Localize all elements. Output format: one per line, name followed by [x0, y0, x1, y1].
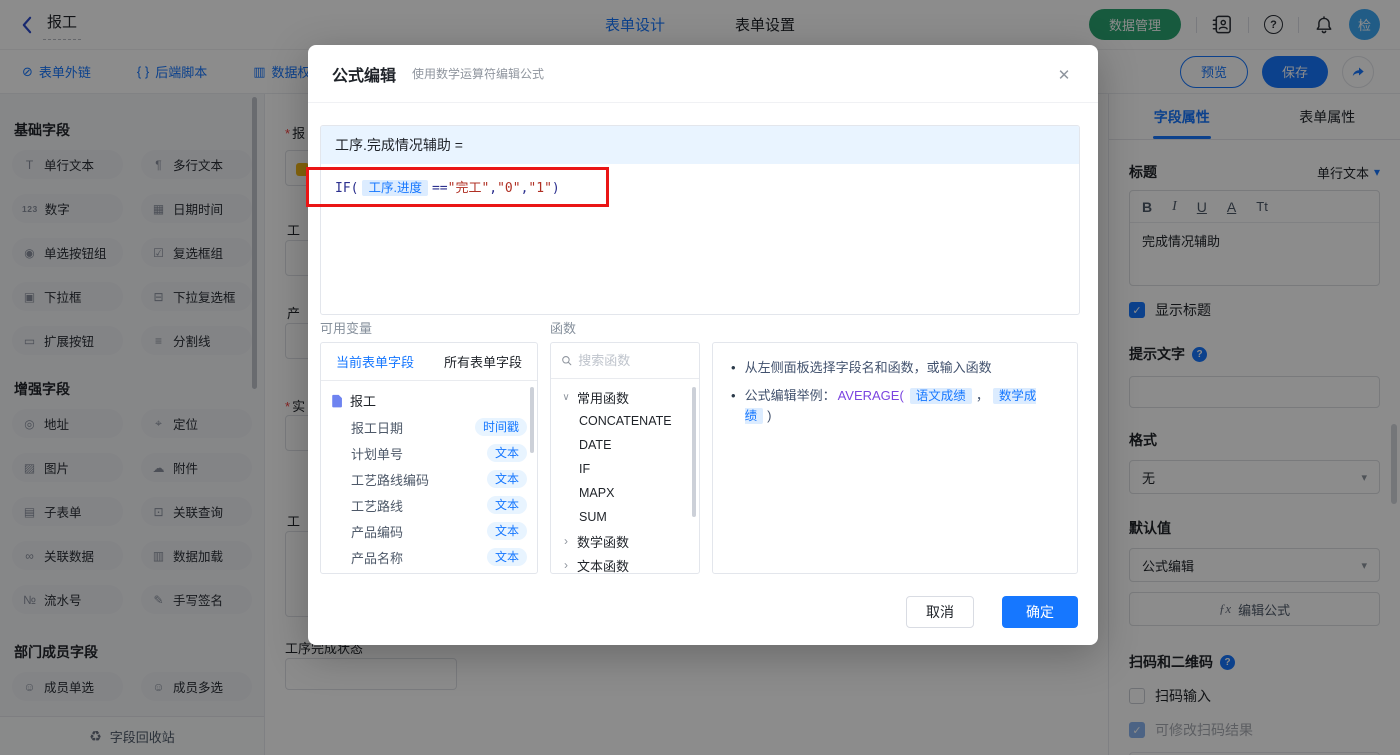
modal-title: 公式编辑 [332, 67, 397, 85]
example-field-chip: 语文成绩 [909, 388, 972, 404]
tip-line-1: 从左侧面板选择字段名和函数，或输入函数 [731, 358, 1059, 378]
group-label: 常用函数 [577, 390, 630, 406]
modal-subtitle: 使用数学运算符编辑公式 [412, 67, 545, 81]
function-group-math[interactable]: 数学函数 [551, 529, 699, 553]
variable-type-badge: 文本 [486, 522, 527, 540]
variable-type-badge: 时间戳 [474, 418, 527, 436]
tab-all-form-fields[interactable]: 所有表单字段 [444, 352, 522, 371]
formula-close-paren: ) [551, 181, 560, 196]
tip-example: 公式编辑举例：AVERAGE(语文成绩，数学成绩) [744, 388, 1037, 424]
modal-header: 公式编辑 使用数学运算符编辑公式 [308, 45, 1098, 103]
variable-root-label: 报工 [350, 394, 377, 409]
function-tree: 常用函数 CONCATENATE DATE IF MAPX SUM 数学函数 文… [551, 379, 699, 574]
variable-field-row[interactable]: 报工日期 时间戳 [321, 414, 537, 440]
functions-panel: 常用函数 CONCATENATE DATE IF MAPX SUM 数学函数 文… [550, 342, 700, 574]
formula-string: "完工" [447, 181, 490, 196]
group-label: 数学函数 [577, 534, 630, 550]
variable-field-row[interactable]: 计划单号 文本 [321, 440, 537, 466]
functions-label: 函数 [550, 321, 577, 336]
variables-label: 可用变量 [320, 321, 373, 336]
function-group-text[interactable]: 文本函数 [551, 553, 699, 574]
function-item-if[interactable]: IF [551, 457, 699, 481]
tab-current-form-fields[interactable]: 当前表单字段 [336, 352, 414, 371]
formula-comma: , [489, 181, 498, 196]
search-icon [562, 356, 572, 366]
variable-name: 工艺路线编码 [351, 472, 430, 488]
variable-name: 产品名称 [351, 550, 404, 566]
variable-type-badge: 文本 [486, 444, 527, 462]
variable-field-row[interactable]: 工艺路线 文本 [321, 492, 537, 518]
variable-name: 计划单号 [351, 446, 404, 462]
variable-root-form[interactable]: 报工 [321, 386, 537, 414]
formula-string: "0" [497, 181, 521, 196]
variable-name: 报工日期 [351, 420, 404, 436]
formula-input-area[interactable]: IF(工序.进度 =="完工","0","1") [321, 164, 1079, 209]
variable-field-row[interactable]: 工艺路线编码 文本 [321, 466, 537, 492]
example-fn: AVERAGE( [837, 388, 904, 403]
variable-type-badge: 文本 [486, 470, 527, 488]
function-item-concatenate[interactable]: CONCATENATE [551, 409, 699, 433]
formula-string: "1" [528, 181, 552, 196]
formula-field-chip[interactable]: 工序.进度 [362, 180, 428, 196]
variables-scrollbar[interactable] [530, 387, 534, 453]
formula-target-bar: 工序.完成情况辅助 = [321, 126, 1079, 164]
variables-panel: 当前表单字段 所有表单字段 报工 报工日期 时间戳 计划单号 文本 工艺路线编码 文本… [320, 342, 538, 574]
tips-panel: 从左侧面板选择字段名和函数，或输入函数 公式编辑举例：AVERAGE(语文成绩，… [712, 342, 1078, 574]
variable-name: 工艺路线 [351, 498, 404, 514]
function-item-date[interactable]: DATE [551, 433, 699, 457]
chevron-expanded-icon [561, 392, 571, 403]
formula-editor: 工序.完成情况辅助 = IF(工序.进度 =="完工","0","1") [320, 125, 1080, 315]
variables-tabs: 当前表单字段 所有表单字段 [321, 343, 537, 381]
function-group-common[interactable]: 常用函数 [551, 385, 699, 409]
chevron-collapsed-icon [561, 534, 571, 548]
formula-edit-modal: 公式编辑 使用数学运算符编辑公式 工序.完成情况辅助 = IF(工序.进度=="… [306, 45, 1098, 645]
function-item-sum[interactable]: SUM [551, 505, 699, 529]
formula-op: == [431, 181, 448, 196]
cancel-button[interactable]: 取消 [906, 596, 974, 628]
close-icon[interactable] [1054, 65, 1074, 85]
variable-field-row[interactable]: 产品名称 文本 [321, 544, 537, 570]
variable-type-badge: 文本 [486, 496, 527, 514]
function-item-mapx[interactable]: MAPX [551, 481, 699, 505]
document-icon [332, 394, 342, 407]
search-function-input[interactable] [578, 353, 689, 368]
function-search [551, 343, 699, 379]
formula-fn: IF( [335, 181, 359, 196]
variables-list: 报工 报工日期 时间戳 计划单号 文本 工艺路线编码 文本 工艺路线 文本 产品编码 文本… [321, 381, 537, 573]
app-window: 报工 表单设计 表单设置 数据管理 检 ⊘ 表单外链 { } [0, 0, 1400, 755]
variable-name: 产品编码 [351, 524, 404, 540]
modal-footer: 取消 确定 [906, 596, 1078, 628]
group-label: 文本函数 [577, 558, 630, 574]
variable-field-row[interactable]: 产品编码 文本 [321, 518, 537, 544]
variable-type-badge: 文本 [486, 548, 527, 566]
chevron-collapsed-icon [561, 558, 571, 572]
tip-line-2: 公式编辑举例：AVERAGE(语文成绩，数学成绩) [731, 386, 1059, 426]
functions-scrollbar[interactable] [692, 387, 696, 517]
confirm-button[interactable]: 确定 [1002, 596, 1078, 628]
